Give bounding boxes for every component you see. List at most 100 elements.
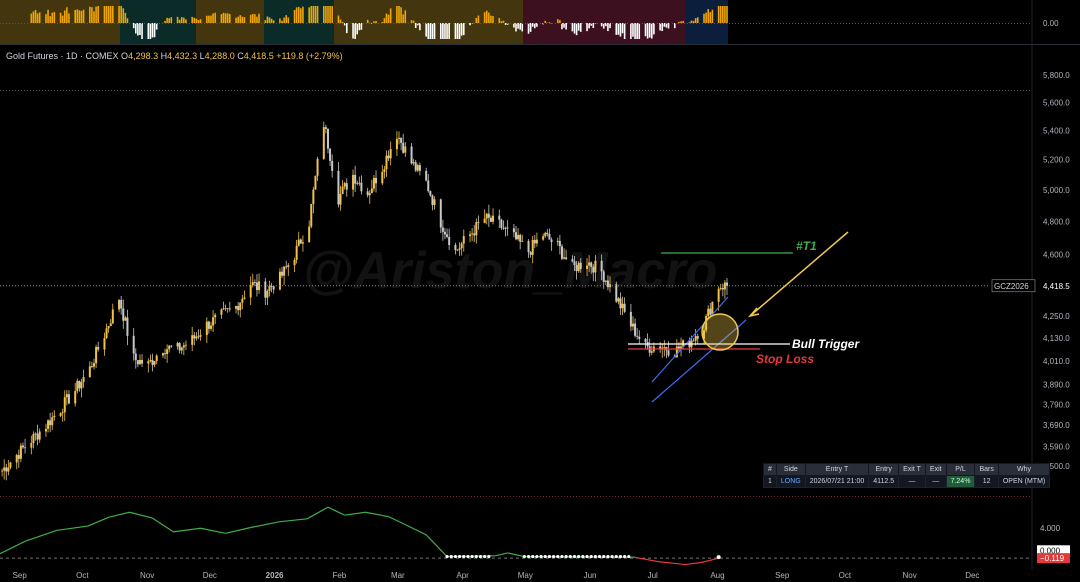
histogram-bar [264, 20, 267, 23]
candle-body [310, 203, 313, 227]
histogram-bar [316, 6, 319, 23]
oscillator-segment [425, 534, 448, 557]
histogram-bar [694, 18, 697, 23]
candle-body [78, 380, 81, 389]
signal-dot [602, 554, 606, 559]
histogram-bar [692, 20, 695, 23]
candle-body [588, 262, 591, 266]
candle-body [331, 160, 334, 171]
candle-body [358, 182, 361, 184]
candle-body [615, 284, 618, 302]
candle-body [515, 232, 517, 240]
candle-body [711, 301, 714, 315]
candle-body [368, 193, 371, 196]
oscillator-segment [129, 511, 153, 519]
candle-body [132, 335, 135, 354]
histogram-bar [153, 23, 156, 38]
signal-dot [478, 554, 483, 559]
histogram-bar [126, 18, 129, 23]
col-bars: Bars [974, 463, 999, 476]
candle-body [93, 363, 96, 367]
histogram-bar [488, 12, 490, 23]
histogram-bar [419, 23, 421, 31]
price-tick-label: 4,010.0 [1043, 357, 1070, 366]
histogram-bar [548, 22, 551, 23]
candle-body [433, 199, 436, 205]
histogram-bar [134, 23, 137, 34]
candle-body [456, 249, 459, 251]
col-why: Why [997, 463, 1051, 476]
price-tick-label: 4,800.0 [1043, 218, 1070, 227]
candle-body [448, 236, 451, 246]
histogram-bar [283, 17, 285, 23]
histogram-bar [97, 6, 99, 23]
signal-dot [470, 554, 474, 559]
histogram-bar [180, 17, 183, 23]
signal-dot [556, 554, 560, 559]
histogram-bar [268, 17, 271, 23]
candle-body [571, 259, 574, 262]
candle-body [517, 234, 520, 240]
histogram-bar [498, 17, 501, 23]
col-entry-time: Entry T [804, 463, 870, 476]
histogram-bar [74, 9, 77, 23]
histogram-bar [49, 16, 51, 23]
histogram-bar [122, 8, 125, 23]
signal-dot [449, 554, 453, 559]
histogram-bar [646, 23, 649, 39]
histogram-bar [237, 16, 239, 23]
histogram-bar [678, 21, 680, 23]
histogram-bar [682, 20, 684, 23]
histogram-bar [607, 23, 609, 32]
histogram-bar [448, 23, 450, 39]
symbol-tag-label: GCZ2026 [994, 282, 1029, 291]
histogram-bar [193, 17, 196, 23]
candle-body [354, 174, 357, 184]
candle-body [512, 228, 515, 233]
histogram-bar [630, 23, 632, 39]
signal-dot [585, 554, 589, 559]
candle-body [63, 397, 66, 413]
candle-body [590, 262, 593, 267]
candle-body [109, 323, 112, 327]
histogram-bar [287, 17, 290, 23]
histogram-bar [531, 23, 534, 27]
candle-body [446, 234, 449, 237]
candle-body [387, 155, 390, 159]
price-tick-label: 3,590.0 [1043, 442, 1070, 451]
signal-dot [716, 555, 721, 560]
candle-body [224, 308, 227, 310]
candle-body [548, 234, 551, 240]
candle-body [692, 340, 695, 342]
price-tick-label: 4,600.0 [1043, 251, 1070, 260]
candle-body [251, 282, 254, 286]
oscillator-line [0, 506, 721, 566]
candle-body [579, 262, 582, 269]
time-tick-label: Mar [391, 571, 405, 580]
histogram-bar [688, 22, 691, 23]
candle-body [264, 281, 267, 298]
candle-body [59, 413, 62, 416]
trade-table-header: # Side Entry T Entry Exit T Exit P/L Bar… [763, 463, 1051, 476]
time-tick-label: Nov [140, 571, 154, 580]
histogram-bar [661, 23, 664, 31]
histogram-bar [490, 15, 492, 23]
signal-dot [572, 554, 577, 559]
candle-body [416, 165, 419, 171]
candle-body [103, 338, 106, 350]
histogram-bar [254, 14, 256, 23]
candle-body [164, 353, 167, 355]
histogram-bar [164, 20, 166, 23]
candle-body [118, 299, 121, 310]
close-value: 4,418.5 [243, 51, 274, 61]
histogram-bar [383, 18, 386, 23]
histogram-bar [690, 20, 693, 23]
histogram-bar [387, 14, 390, 23]
oscillator-segment [365, 511, 389, 518]
histogram-bar [615, 23, 618, 35]
histogram-bar [556, 19, 559, 23]
cell-side: LONG [775, 475, 806, 488]
histogram-bar [707, 9, 709, 23]
histogram-bar [199, 19, 202, 23]
candle-body [322, 127, 325, 159]
